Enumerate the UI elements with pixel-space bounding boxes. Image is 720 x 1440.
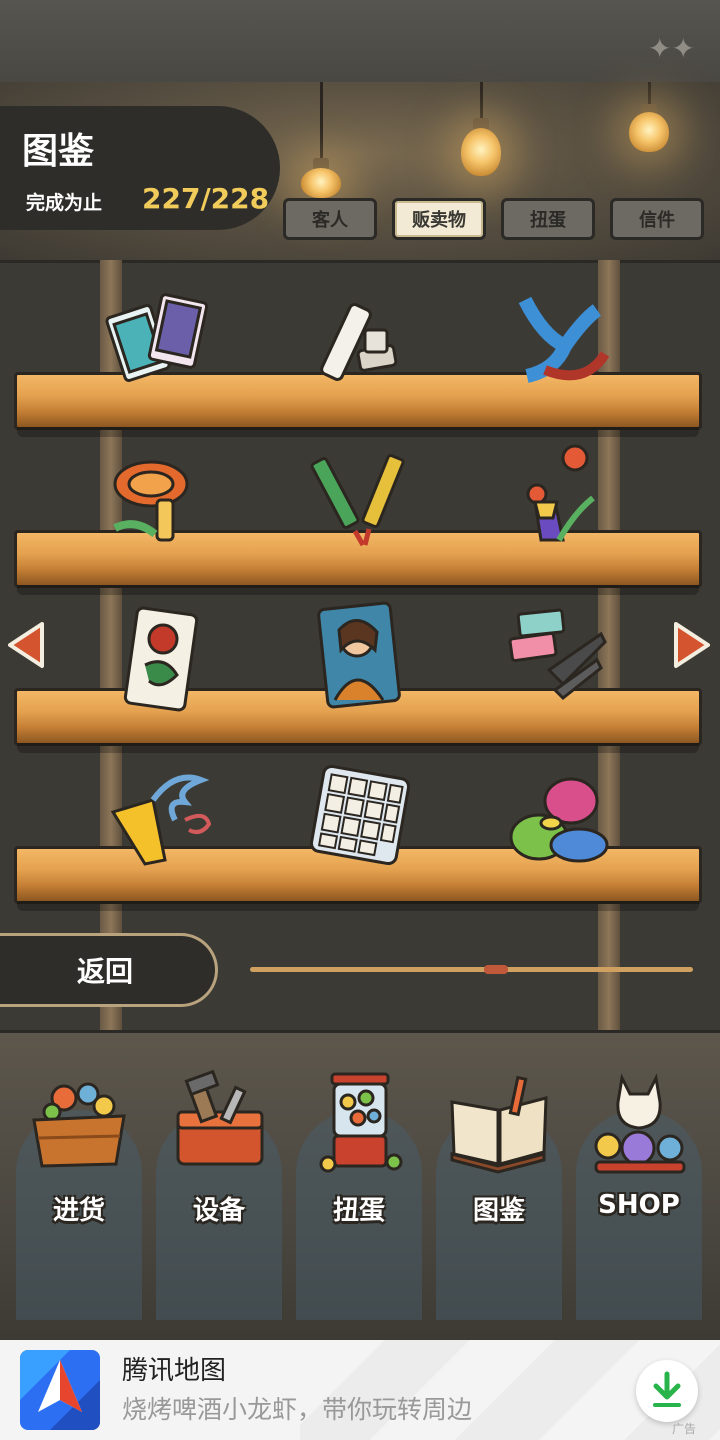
tab-gacha[interactable]: 扭蛋 — [501, 198, 595, 240]
next-page-arrow-icon[interactable] — [672, 620, 712, 670]
page-title: 图鉴 — [22, 131, 95, 172]
slingshot-icon[interactable] — [505, 290, 615, 400]
cup-and-ball-icon[interactable] — [505, 440, 615, 550]
light-bulb-icon — [629, 112, 669, 152]
trading-cards-icon[interactable] — [105, 288, 215, 398]
bamboo-copter-icon[interactable] — [105, 448, 215, 558]
download-button[interactable] — [636, 1360, 698, 1422]
sparkler-fireworks-icon[interactable] — [305, 445, 415, 555]
ad-title[interactable]: 腾讯地图 — [122, 1350, 226, 1387]
light-bulb-icon — [461, 128, 501, 176]
page-indicator-marker — [484, 965, 508, 974]
open-book-icon — [450, 1075, 548, 1174]
map-app-logo-icon[interactable] — [20, 1350, 100, 1430]
lamp-cord — [480, 82, 483, 122]
ticket-punch-icon[interactable] — [505, 600, 615, 710]
tab-merchandise[interactable]: 贩卖物 — [392, 198, 486, 240]
lamp-cord — [320, 82, 323, 162]
sparkle-icon: ✦✦ — [648, 32, 695, 65]
portrait-card-icon[interactable] — [305, 600, 415, 710]
previous-page-arrow-icon[interactable] — [6, 620, 46, 670]
nav-shop-label: SHOP — [598, 1190, 680, 1220]
tab-customers[interactable]: 客人 — [283, 198, 377, 240]
jelly-balls-icon[interactable] — [505, 765, 615, 875]
nav-shop-button[interactable]: SHOP — [574, 1060, 704, 1260]
back-label[interactable]: 返回 — [30, 950, 180, 990]
nav-gacha-label: 扭蛋 — [332, 1196, 385, 1226]
nav-encyclopedia-button[interactable]: 图鉴 — [434, 1060, 564, 1260]
tab-letters[interactable]: 信件 — [610, 198, 704, 240]
toolbox-icon — [176, 1069, 264, 1166]
ad-tag: 广告 — [672, 1422, 697, 1436]
ad-description[interactable]: 烧烤啤酒小龙虾，带你玩转周边 — [122, 1390, 472, 1426]
progress-value: 227/228 — [142, 182, 270, 215]
nav-gacha-button[interactable]: 扭蛋 — [294, 1060, 424, 1260]
lucky-cat-icon — [594, 1073, 686, 1174]
nav-equipment-label: 设备 — [192, 1196, 245, 1226]
sliding-number-puzzle-icon[interactable] — [305, 760, 415, 870]
gacha-machine-icon — [319, 1072, 403, 1173]
hanafuda-card-icon[interactable] — [105, 605, 215, 715]
top-bar — [0, 0, 720, 82]
light-bulb-icon — [301, 168, 341, 198]
page-indicator-track — [250, 967, 693, 972]
nav-stock-button[interactable]: 进货 — [14, 1060, 144, 1260]
progress-label: 完成为止 — [26, 192, 103, 214]
nav-equipment-button[interactable]: 设备 — [154, 1060, 284, 1260]
stock-crate-icon — [32, 1082, 126, 1168]
download-icon — [653, 1371, 681, 1407]
nav-encyclopedia-label: 图鉴 — [472, 1196, 525, 1226]
nav-stock-label: 进货 — [52, 1196, 105, 1226]
paper-streamer-icon[interactable] — [105, 760, 215, 870]
chalk-icon[interactable] — [305, 290, 415, 400]
